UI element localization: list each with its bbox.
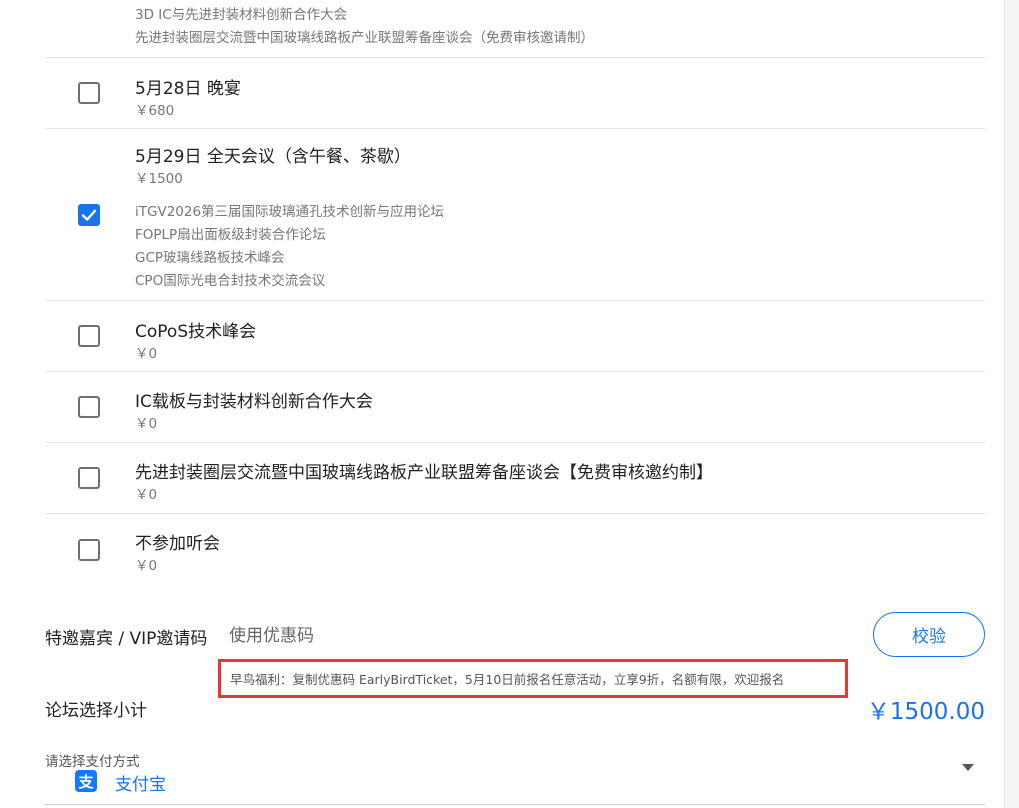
option-title: IC载板与封装材料创新合作大会 — [135, 392, 373, 412]
subtotal-value: ￥1500.00 — [866, 699, 985, 725]
verify-button[interactable]: 校验 — [873, 612, 985, 657]
payment-select-underline — [45, 804, 985, 805]
option-description: iTGV2026第三届国际玻璃通孔技术创新与应用论坛 FOPLP扇出面板级封装合… — [135, 201, 444, 293]
desc-line: FOPLP扇出面板级封装合作论坛 — [135, 227, 326, 243]
option-title: 5月28日 晚宴 — [135, 79, 241, 99]
payment-method-label: 请选择支付方式 — [45, 754, 140, 770]
coupon-code-input[interactable] — [229, 622, 829, 650]
desc-line: 先进封装圈层交流暨中国玻璃线路板产业联盟筹备座谈会（免费审核邀请制） — [135, 30, 594, 46]
checkbox-not-attending[interactable] — [78, 539, 100, 561]
early-bird-promo-note: 早鸟福利：复制优惠码 EarlyBirdTicket，5月10日前报名任意活动，… — [218, 659, 848, 698]
option-price: ￥0 — [135, 558, 158, 574]
option-title: CoPoS技术峰会 — [135, 322, 257, 342]
checkbox-roundtable[interactable] — [78, 467, 100, 489]
option-row-roundtable[interactable]: 先进封装圈层交流暨中国玻璃线路板产业联盟筹备座谈会【免费审核邀约制】 ￥0 — [45, 442, 985, 514]
payment-method-select[interactable]: 支付宝 — [115, 770, 166, 795]
option-row-not-attending[interactable]: 不参加听会 ￥0 — [45, 513, 985, 592]
option-title: 先进封装圈层交流暨中国玻璃线路板产业联盟筹备座谈会【免费审核邀约制】 — [135, 463, 713, 483]
checkbox-full-day[interactable] — [78, 204, 100, 226]
option-price: ￥680 — [135, 103, 175, 119]
option-row-full-day[interactable]: 5月29日 全天会议（含午餐、茶歇） ￥1500 iTGV2026第三届国际玻璃… — [45, 128, 985, 301]
option-row-dinner[interactable]: 5月28日 晚宴 ￥680 — [45, 57, 985, 129]
option-title: 不参加听会 — [135, 534, 220, 554]
option-row-copos[interactable]: CoPoS技术峰会 ￥0 — [45, 300, 985, 372]
checkbox-ic-substrate[interactable] — [78, 396, 100, 418]
desc-line: 3D IC与先进封装材料创新合作大会 — [135, 7, 348, 23]
option-price: ￥0 — [135, 346, 158, 362]
scrollbar[interactable] — [1005, 0, 1019, 808]
option-price: ￥1500 — [135, 171, 183, 187]
vip-code-label: 特邀嘉宾 / VIP邀请码 — [45, 629, 208, 649]
dropdown-arrow-icon[interactable] — [962, 764, 974, 771]
desc-line: GCP玻璃线路板技术峰会 — [135, 250, 285, 266]
option-price: ￥0 — [135, 487, 158, 503]
checkmark-icon — [81, 209, 97, 221]
previous-item-description: 3D IC与先进封装材料创新合作大会 先进封装圈层交流暨中国玻璃线路板产业联盟筹… — [135, 4, 594, 50]
registration-card: 3D IC与先进封装材料创新合作大会 先进封装圈层交流暨中国玻璃线路板产业联盟筹… — [0, 0, 1005, 808]
subtotal-label: 论坛选择小计 — [45, 701, 147, 721]
option-row-ic-substrate[interactable]: IC载板与封装材料创新合作大会 ￥0 — [45, 371, 985, 443]
desc-line: iTGV2026第三届国际玻璃通孔技术创新与应用论坛 — [135, 204, 445, 220]
option-title: 5月29日 全天会议（含午餐、茶歇） — [135, 147, 411, 167]
checkbox-dinner[interactable] — [78, 82, 100, 104]
option-price: ￥0 — [135, 416, 158, 432]
desc-line: CPO国际光电合封技术交流会议 — [135, 273, 326, 289]
checkbox-copos[interactable] — [78, 325, 100, 347]
alipay-icon: 支 — [75, 770, 97, 792]
